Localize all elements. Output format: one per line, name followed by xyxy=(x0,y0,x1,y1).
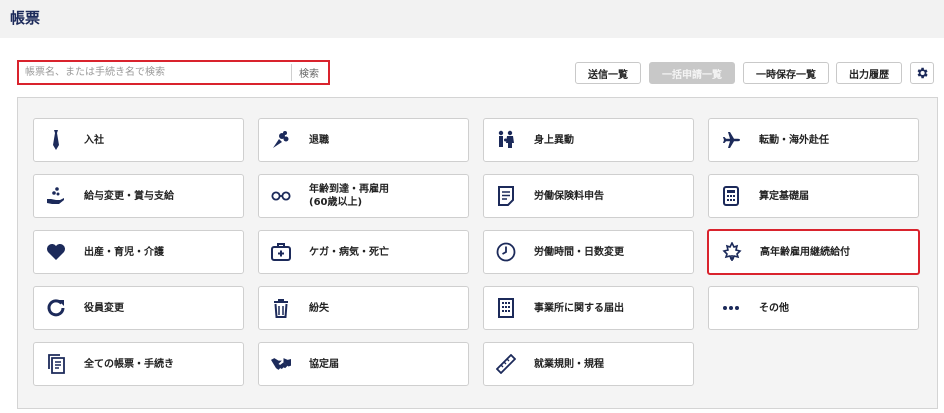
more-icon xyxy=(721,298,741,318)
card-shugyo-kisoku[interactable]: 就業規則・規程 xyxy=(483,342,694,386)
glasses-icon xyxy=(271,186,291,206)
output-history-button[interactable]: 出力履歴 xyxy=(836,62,902,84)
airplane-icon xyxy=(721,130,741,150)
card-label: 高年齢雇用継続給付 xyxy=(760,246,850,258)
card-rodo-hokenryo[interactable]: 労働保険料申告 xyxy=(483,174,694,218)
header-bar: 帳票 xyxy=(0,0,944,38)
bouquet-icon xyxy=(271,130,291,150)
ruler-icon xyxy=(496,354,516,374)
card-santei-kiso[interactable]: 算定基礎届 xyxy=(708,174,919,218)
card-label: ケガ・病気・死亡 xyxy=(309,246,389,258)
card-label: 出産・育児・介護 xyxy=(84,246,164,258)
card-label: 労働時間・日数変更 xyxy=(534,246,624,258)
coins-hand-icon xyxy=(46,186,66,206)
card-shinjo-ido[interactable]: 身上異動 xyxy=(483,118,694,162)
card-label: 労働保険料申告 xyxy=(534,190,604,202)
card-label: 役員変更 xyxy=(84,302,124,314)
sent-list-button[interactable]: 送信一覧 xyxy=(575,62,641,84)
card-label: 就業規則・規程 xyxy=(534,358,604,370)
handshake-icon xyxy=(271,354,291,374)
card-label: 全ての帳票・手続き xyxy=(84,358,174,370)
card-shussan-ikuji[interactable]: 出産・育児・介護 xyxy=(33,230,244,274)
card-label: 入社 xyxy=(84,134,104,146)
card-funshitsu[interactable]: 紛失 xyxy=(258,286,469,330)
family-icon xyxy=(496,130,516,150)
card-subete[interactable]: 全ての帳票・手続き xyxy=(33,342,244,386)
bulk-list-button[interactable]: 一括申請一覧 xyxy=(649,62,735,84)
card-label: 紛失 xyxy=(309,302,329,314)
maple-leaf-icon xyxy=(722,242,742,262)
settings-button[interactable] xyxy=(910,62,934,84)
card-taishoku[interactable]: 退職 xyxy=(258,118,469,162)
gear-icon xyxy=(917,67,928,79)
card-nyusha[interactable]: 入社 xyxy=(33,118,244,162)
document-icon xyxy=(496,186,516,206)
refresh-icon xyxy=(46,298,66,318)
card-rodo-jikan[interactable]: 労働時間・日数変更 xyxy=(483,230,694,274)
card-label: 協定届 xyxy=(309,358,339,370)
documents-icon xyxy=(46,354,66,374)
card-label: 退職 xyxy=(309,134,329,146)
card-nenrei-totatsu[interactable]: 年齢到達・再雇用 (60歳以上) xyxy=(258,174,469,218)
card-label: 算定基礎届 xyxy=(759,190,809,202)
card-label: 事業所に関する届出 xyxy=(534,302,624,314)
form-category-panel: 入社 退職 身上異動 転勤・海外赴任 給与変更・賞与支給 年齢到達・再雇用 (6… xyxy=(17,97,938,409)
card-yakuin-henko[interactable]: 役員変更 xyxy=(33,286,244,330)
trash-icon xyxy=(271,298,291,318)
card-kyuyo-henko[interactable]: 給与変更・賞与支給 xyxy=(33,174,244,218)
temp-saved-list-button[interactable]: 一時保存一覧 xyxy=(743,62,829,84)
card-sonota[interactable]: その他 xyxy=(708,286,919,330)
card-label: 年齢到達・再雇用 (60歳以上) xyxy=(309,184,389,208)
card-label: その他 xyxy=(759,302,789,314)
calculator-icon xyxy=(721,186,741,206)
building-icon xyxy=(496,298,516,318)
card-label: 身上異動 xyxy=(534,134,574,146)
card-jigyosho[interactable]: 事業所に関する届出 xyxy=(483,286,694,330)
search-input[interactable] xyxy=(21,64,301,81)
card-label: 給与変更・賞与支給 xyxy=(84,190,174,202)
card-konenrei-koyo[interactable]: 高年齢雇用継続給付 xyxy=(707,229,920,275)
page-title: 帳票 xyxy=(10,9,41,27)
first-aid-icon xyxy=(271,242,291,262)
card-kega-byoki[interactable]: ケガ・病気・死亡 xyxy=(258,230,469,274)
card-kyoteitodoke[interactable]: 協定届 xyxy=(258,342,469,386)
necktie-icon xyxy=(46,130,66,150)
heart-icon xyxy=(46,242,66,262)
clock-icon xyxy=(496,242,516,262)
search-button[interactable]: 検索 xyxy=(291,64,326,81)
card-label: 転勤・海外赴任 xyxy=(759,134,829,146)
search-box: 検索 xyxy=(17,60,330,85)
card-tenkin[interactable]: 転勤・海外赴任 xyxy=(708,118,919,162)
